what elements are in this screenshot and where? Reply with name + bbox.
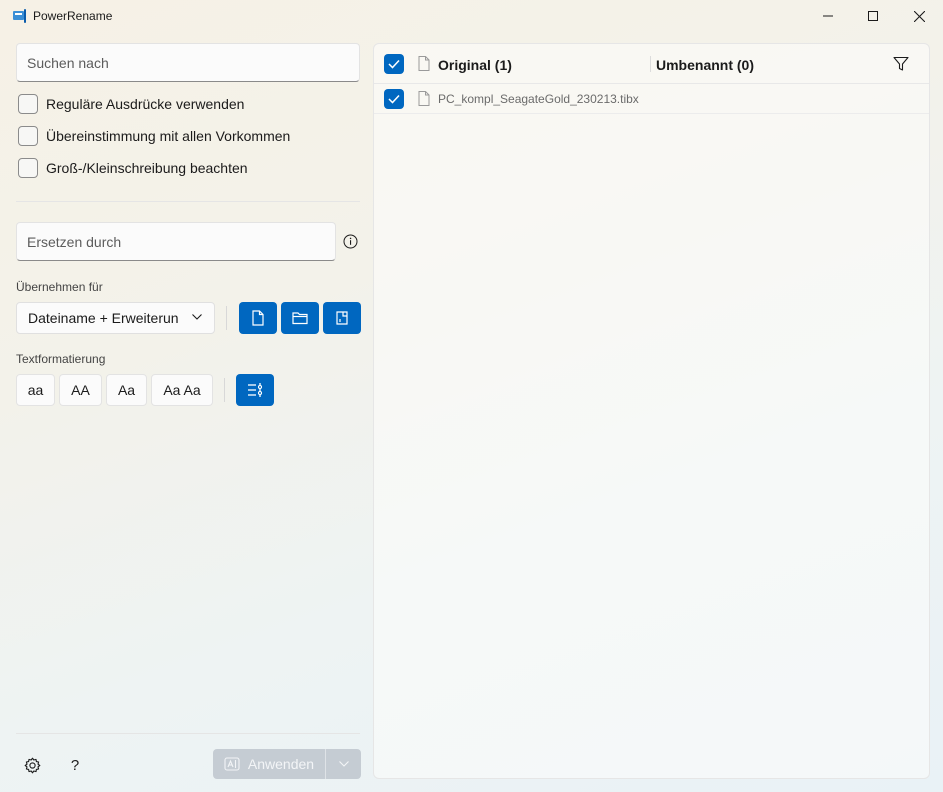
enumerate-button[interactable] xyxy=(236,374,274,406)
case-sensitive-checkbox[interactable] xyxy=(18,158,38,178)
help-button[interactable]: ? xyxy=(65,755,85,775)
apply-to-dropdown[interactable]: Dateiname + Erweiterun xyxy=(16,302,215,334)
apply-options-button[interactable] xyxy=(326,761,361,767)
uppercase-button[interactable]: AA xyxy=(59,374,102,406)
close-button[interactable] xyxy=(896,0,942,32)
info-icon[interactable] xyxy=(343,234,358,249)
option-case-sensitive[interactable]: Groß-/Kleinschreibung beachten xyxy=(18,158,248,178)
include-files-button[interactable] xyxy=(239,302,277,334)
column-original[interactable]: Original (1) xyxy=(438,57,512,73)
file-list-panel: Original (1) Umbenannt (0) PC_kompl_Seag… xyxy=(373,43,930,779)
case-sensitive-label: Groß-/Kleinschreibung beachten xyxy=(46,160,248,176)
enumerate-icon xyxy=(248,383,263,397)
maximize-button[interactable] xyxy=(850,0,896,32)
apply-to-selected: Dateiname + Erweiterun xyxy=(28,310,179,326)
column-separator xyxy=(650,56,651,72)
file-name: PC_kompl_SeagateGold_230213.tibx xyxy=(438,92,639,106)
file-list-header: Original (1) Umbenannt (0) xyxy=(374,44,929,84)
titlecase-button[interactable]: Aa xyxy=(106,374,147,406)
rename-icon xyxy=(224,757,240,771)
lowercase-label: aa xyxy=(27,382,44,398)
file-icon xyxy=(418,56,430,71)
regex-label: Reguläre Ausdrücke verwenden xyxy=(46,96,245,112)
option-regex[interactable]: Reguläre Ausdrücke verwenden xyxy=(18,94,244,114)
separator xyxy=(224,378,225,402)
column-renamed[interactable]: Umbenannt (0) xyxy=(656,57,754,73)
search-placeholder: Suchen nach xyxy=(27,54,109,71)
checkmark-icon xyxy=(388,94,400,104)
file-icon xyxy=(252,310,264,326)
checkmark-icon xyxy=(388,59,400,69)
titlecase-label: Aa xyxy=(117,382,136,398)
text-format-label: Textformatierung xyxy=(16,352,106,366)
option-match-all[interactable]: Übereinstimmung mit allen Vorkommen xyxy=(18,126,290,146)
capitalize-label: Aa Aa xyxy=(163,382,201,398)
lowercase-button[interactable]: aa xyxy=(16,374,55,406)
file-icon xyxy=(418,91,430,106)
minimize-button[interactable] xyxy=(805,0,851,32)
file-checkbox[interactable] xyxy=(384,89,404,109)
chevron-down-icon xyxy=(192,314,202,320)
replace-placeholder: Ersetzen durch xyxy=(27,233,122,250)
replace-input[interactable]: Ersetzen durch xyxy=(16,222,336,261)
filter-icon[interactable] xyxy=(893,56,909,72)
search-input[interactable]: Suchen nach xyxy=(16,43,360,82)
divider xyxy=(16,201,360,202)
powerrename-app-icon xyxy=(13,9,26,23)
chevron-down-icon xyxy=(338,761,349,767)
match-all-checkbox[interactable] xyxy=(18,126,38,146)
include-folders-button[interactable] xyxy=(281,302,319,334)
include-subfolders-button[interactable] xyxy=(323,302,361,334)
title-bar: PowerRename xyxy=(0,0,943,32)
apply-to-label: Übernehmen für xyxy=(16,280,103,294)
apply-main[interactable]: Anwenden xyxy=(213,749,325,779)
table-row[interactable]: PC_kompl_SeagateGold_230213.tibx xyxy=(374,84,929,114)
capitalize-button[interactable]: Aa Aa xyxy=(151,374,213,406)
help-label: ? xyxy=(70,756,80,774)
apply-label: Anwenden xyxy=(247,756,315,772)
select-all-checkbox[interactable] xyxy=(384,54,404,74)
window-title: PowerRename xyxy=(33,9,113,23)
separator xyxy=(226,306,227,330)
apply-button[interactable]: Anwenden xyxy=(213,749,361,779)
subfolder-icon xyxy=(336,311,348,325)
uppercase-label: AA xyxy=(71,382,90,398)
maximize-icon xyxy=(868,11,878,21)
gear-icon xyxy=(24,757,40,773)
close-icon xyxy=(913,10,925,22)
minimize-icon xyxy=(823,15,833,17)
settings-button[interactable] xyxy=(22,755,42,775)
folder-icon xyxy=(292,312,308,325)
regex-checkbox[interactable] xyxy=(18,94,38,114)
match-all-label: Übereinstimmung mit allen Vorkommen xyxy=(46,128,291,144)
footer-divider xyxy=(16,733,360,734)
